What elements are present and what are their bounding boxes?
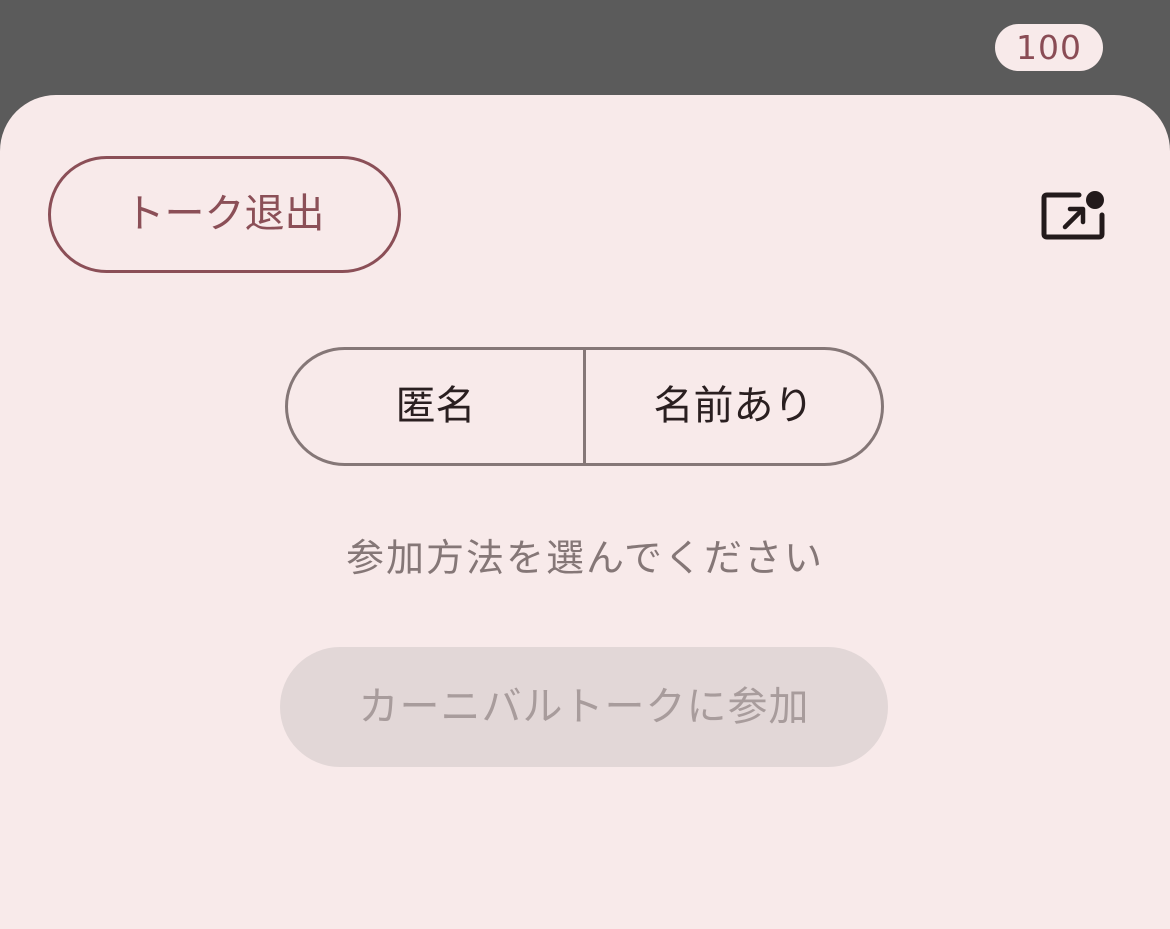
join-mode-hint: 参加方法を選んでください <box>345 536 825 580</box>
bottom-sheet: トーク退出 匿名 名前あり 参加方法を選んでください カーニバルトークに参加 <box>0 95 1170 929</box>
exit-talk-button[interactable]: トーク退出 <box>48 156 401 273</box>
segment-anonymous[interactable]: 匿名 <box>288 350 583 463</box>
join-carnival-talk-button[interactable]: カーニバルトークに参加 <box>280 647 888 767</box>
status-badge: 100 <box>995 24 1103 71</box>
join-mode-segmented-control: 匿名 名前あり <box>285 347 884 466</box>
picture-in-picture-icon[interactable] <box>1038 187 1108 243</box>
segment-named[interactable]: 名前あり <box>583 350 881 463</box>
